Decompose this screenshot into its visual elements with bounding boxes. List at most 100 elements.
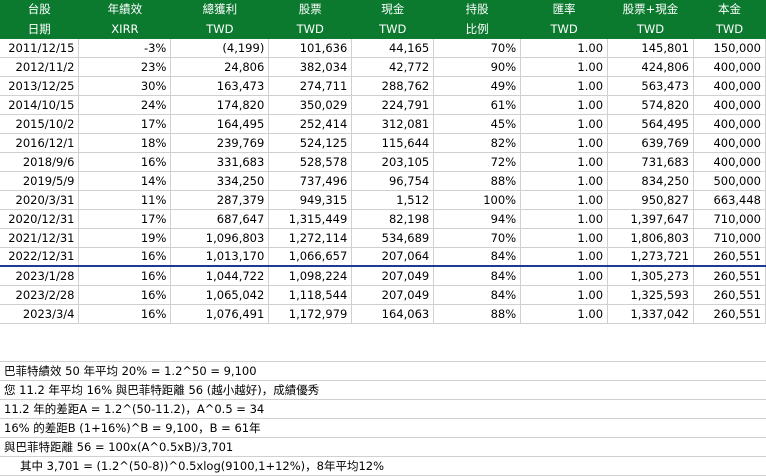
cell-stock[interactable]: 274,711	[268, 76, 353, 96]
cell-stock[interactable]: 1,172,979	[268, 304, 353, 324]
cell-total-profit[interactable]: 687,647	[170, 209, 270, 229]
cell-holding-ratio[interactable]: 72%	[433, 152, 522, 172]
cell-xirr[interactable]: 23%	[78, 57, 172, 77]
cell-cash[interactable]: 312,081	[351, 114, 435, 134]
header-cell-xirr[interactable]: 年績效	[78, 0, 172, 20]
cell-xirr[interactable]: -3%	[78, 38, 172, 58]
cell-fx-rate[interactable]: 1.00	[520, 171, 609, 191]
cell-holding-ratio[interactable]: 100%	[433, 190, 522, 210]
header-cell-total-profit[interactable]: TWD	[170, 19, 270, 39]
cell-fx-rate[interactable]: 1.00	[520, 76, 609, 96]
cell-xirr[interactable]: 16%	[78, 247, 172, 267]
cell-holding-ratio[interactable]: 84%	[433, 247, 522, 267]
cell-cash[interactable]: 115,644	[351, 133, 435, 153]
cell-stock-plus-cash[interactable]: 564,495	[607, 114, 694, 134]
cell-total-profit[interactable]: 1,013,170	[170, 247, 270, 267]
cell-xirr[interactable]: 17%	[78, 209, 172, 229]
cell-cash[interactable]: 534,689	[351, 228, 435, 248]
cell-principal[interactable]: 710,000	[693, 228, 766, 248]
header-cell-holding-ratio[interactable]: 比例	[433, 19, 522, 39]
cell-stock[interactable]: 949,315	[268, 190, 353, 210]
cell-xirr[interactable]: 16%	[78, 152, 172, 172]
cell-stock[interactable]: 252,414	[268, 114, 353, 134]
header-cell-fx-rate[interactable]: 匯率	[520, 0, 609, 20]
cell-total-profit[interactable]: 331,683	[170, 152, 270, 172]
cell-date[interactable]: 2020/3/31	[0, 190, 80, 210]
cell-total-profit[interactable]: 24,806	[170, 57, 270, 77]
cell-holding-ratio[interactable]: 70%	[433, 38, 522, 58]
cell-fx-rate[interactable]: 1.00	[520, 266, 609, 286]
cell-total-profit[interactable]: 287,379	[170, 190, 270, 210]
cell-stock-plus-cash[interactable]: 639,769	[607, 133, 694, 153]
cell-total-profit[interactable]: 163,473	[170, 76, 270, 96]
cell-principal[interactable]: 260,551	[693, 285, 766, 305]
header-cell-total-profit[interactable]: 總獲利	[170, 0, 270, 20]
cell-date[interactable]: 2011/12/15	[0, 38, 80, 58]
cell-fx-rate[interactable]: 1.00	[520, 209, 609, 229]
cell-date[interactable]: 2023/2/28	[0, 285, 80, 305]
cell-cash[interactable]: 207,064	[351, 247, 435, 267]
cell-stock-plus-cash[interactable]: 1,397,647	[607, 209, 694, 229]
cell-date[interactable]: 2015/10/2	[0, 114, 80, 134]
cell-cash[interactable]: 164,063	[351, 304, 435, 324]
cell-principal[interactable]: 400,000	[693, 95, 766, 115]
cell-stock[interactable]: 1,066,657	[268, 247, 353, 267]
cell-holding-ratio[interactable]: 94%	[433, 209, 522, 229]
cell-xirr[interactable]: 30%	[78, 76, 172, 96]
cell-principal[interactable]: 400,000	[693, 152, 766, 172]
cell-xirr[interactable]: 16%	[78, 285, 172, 305]
header-cell-holding-ratio[interactable]: 持股	[433, 0, 522, 20]
cell-principal[interactable]: 150,000	[693, 38, 766, 58]
header-cell-stock[interactable]: 股票	[268, 0, 353, 20]
cell-stock[interactable]: 1,098,224	[268, 266, 353, 286]
cell-principal[interactable]: 500,000	[693, 171, 766, 191]
cell-stock-plus-cash[interactable]: 1,273,721	[607, 247, 694, 267]
cell-cash[interactable]: 42,772	[351, 57, 435, 77]
cell-holding-ratio[interactable]: 70%	[433, 228, 522, 248]
cell-stock-plus-cash[interactable]: 563,473	[607, 76, 694, 96]
cell-xirr[interactable]: 24%	[78, 95, 172, 115]
cell-date[interactable]: 2022/12/31	[0, 247, 80, 267]
header-cell-stock-plus-cash[interactable]: TWD	[607, 19, 694, 39]
cell-xirr[interactable]: 17%	[78, 114, 172, 134]
cell-total-profit[interactable]: 239,769	[170, 133, 270, 153]
cell-fx-rate[interactable]: 1.00	[520, 152, 609, 172]
cell-date[interactable]: 2014/10/15	[0, 95, 80, 115]
cell-principal[interactable]: 663,448	[693, 190, 766, 210]
header-cell-fx-rate[interactable]: TWD	[520, 19, 609, 39]
cell-date[interactable]: 2013/12/25	[0, 76, 80, 96]
cell-date[interactable]: 2016/12/1	[0, 133, 80, 153]
cell-fx-rate[interactable]: 1.00	[520, 228, 609, 248]
cell-fx-rate[interactable]: 1.00	[520, 57, 609, 77]
cell-holding-ratio[interactable]: 84%	[433, 285, 522, 305]
cell-total-profit[interactable]: 334,250	[170, 171, 270, 191]
cell-holding-ratio[interactable]: 61%	[433, 95, 522, 115]
cell-fx-rate[interactable]: 1.00	[520, 247, 609, 267]
header-cell-cash[interactable]: 現金	[351, 0, 435, 20]
cell-xirr[interactable]: 11%	[78, 190, 172, 210]
cell-total-profit[interactable]: 1,065,042	[170, 285, 270, 305]
cell-stock-plus-cash[interactable]: 1,325,593	[607, 285, 694, 305]
cell-date[interactable]: 2023/1/28	[0, 266, 80, 286]
header-cell-principal[interactable]: 本金	[693, 0, 766, 20]
cell-principal[interactable]: 260,551	[693, 266, 766, 286]
cell-principal[interactable]: 710,000	[693, 209, 766, 229]
cell-stock-plus-cash[interactable]: 145,801	[607, 38, 694, 58]
cell-fx-rate[interactable]: 1.00	[520, 38, 609, 58]
cell-total-profit[interactable]: 1,076,491	[170, 304, 270, 324]
cell-holding-ratio[interactable]: 88%	[433, 171, 522, 191]
header-cell-stock-plus-cash[interactable]: 股票+現金	[607, 0, 694, 20]
cell-stock-plus-cash[interactable]: 424,806	[607, 57, 694, 77]
cell-principal[interactable]: 400,000	[693, 76, 766, 96]
cell-stock[interactable]: 382,034	[268, 57, 353, 77]
cell-stock-plus-cash[interactable]: 1,305,273	[607, 266, 694, 286]
cell-xirr[interactable]: 18%	[78, 133, 172, 153]
cell-holding-ratio[interactable]: 90%	[433, 57, 522, 77]
cell-xirr[interactable]: 19%	[78, 228, 172, 248]
cell-cash[interactable]: 207,049	[351, 266, 435, 286]
cell-cash[interactable]: 1,512	[351, 190, 435, 210]
cell-cash[interactable]: 96,754	[351, 171, 435, 191]
cell-stock[interactable]: 737,496	[268, 171, 353, 191]
cell-stock[interactable]: 528,578	[268, 152, 353, 172]
cell-cash[interactable]: 207,049	[351, 285, 435, 305]
